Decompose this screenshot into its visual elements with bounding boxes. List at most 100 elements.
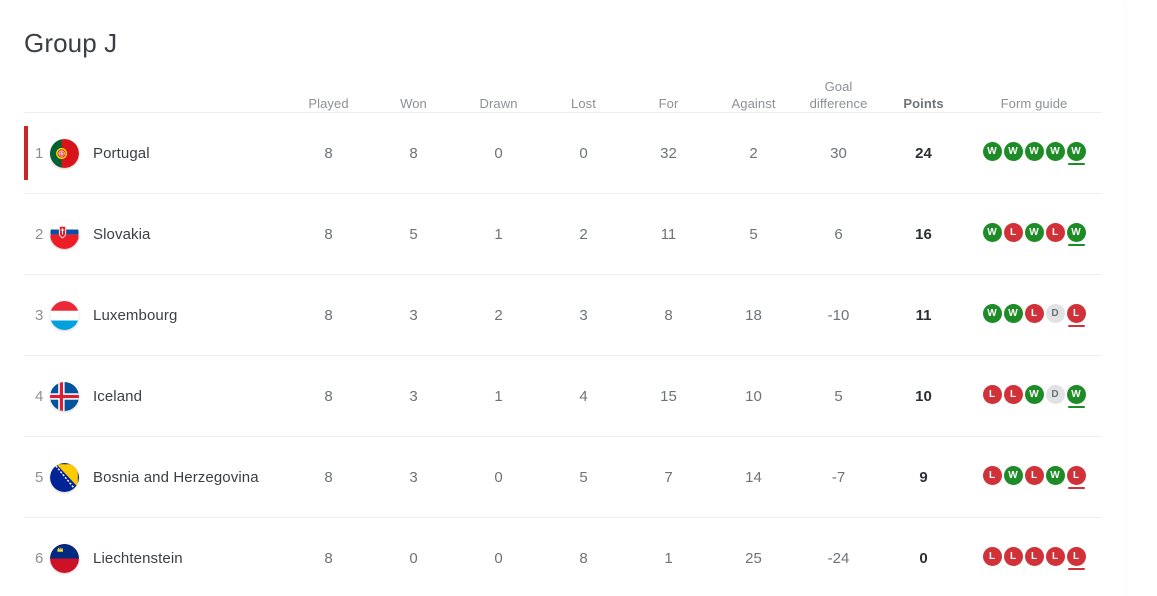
form-result-w: W [1003,303,1023,323]
form-result-badge[interactable]: L [1066,465,1086,489]
goal-difference-value: 30 [796,112,881,194]
form-result-badge[interactable]: W [1066,384,1086,408]
form-result-l: L [1066,303,1086,323]
table-row[interactable]: 6 Liechtenstein 8 0 0 8 1 25 -24 0 L L L L L [24,517,1102,596]
form-result-w: W [1003,141,1023,161]
points-value: 10 [881,355,966,437]
form-result-badge[interactable]: L [1045,222,1065,246]
form-result-badge[interactable]: W [1003,303,1023,327]
form-result-l: L [1045,222,1065,242]
table-row[interactable]: 4 Iceland 8 3 1 4 15 10 5 10 L L W D W [24,355,1102,437]
lost-value: 0 [541,112,626,194]
goal-difference-line-1: Goal [824,79,853,94]
form-result-badge[interactable]: L [1003,222,1023,246]
form-result-d: D [1045,303,1065,323]
form-result-badge[interactable]: L [1066,546,1086,570]
form-result-d: D [1045,384,1065,404]
drawn-value: 0 [456,517,541,596]
form-result-badge[interactable]: L [1045,546,1065,570]
latest-match-underline [1005,325,1022,327]
form-result-badge[interactable]: D [1045,384,1065,408]
points-value: 24 [881,112,966,194]
form-result-badge[interactable]: W [1003,465,1023,489]
table-row[interactable]: 3 Luxembourg 8 3 2 3 8 18 -10 11 W W L D L [24,274,1102,356]
form-result-badge[interactable]: L [982,546,1002,570]
won-value: 0 [371,517,456,596]
team-cell[interactable]: 2 Slovakia [24,193,286,275]
portugal-flag-icon [50,138,79,168]
drawn-value: 0 [456,436,541,518]
form-result-badge[interactable]: L [1003,384,1023,408]
column-header-lost: Lost [571,96,596,111]
latest-match-underline [1067,324,1085,327]
form-result-badge[interactable]: W [1045,141,1065,165]
form-result-badge[interactable]: L [1003,546,1023,570]
latest-match-underline [1047,568,1064,570]
form-result-badge[interactable]: W [982,222,1002,246]
goals-for-value: 1 [626,517,711,596]
form-result-l: L [1003,222,1023,242]
team-name[interactable]: Luxembourg [79,307,177,324]
goals-for-value: 15 [626,355,711,437]
liechtenstein-flag-icon [50,543,79,573]
table-row[interactable]: 1 Portugal 8 8 0 0 32 2 30 24 W W W W W [24,112,1102,194]
form-result-badge[interactable]: W [1066,141,1086,165]
latest-match-underline [1005,244,1022,246]
latest-match-underline [1067,486,1085,489]
played-value: 8 [286,517,371,596]
form-result-badge[interactable]: L [1024,465,1044,489]
form-result-l: L [1024,546,1044,566]
form-result-l: L [982,384,1002,404]
form-result-badge[interactable]: L [982,384,1002,408]
goal-difference-value: -10 [796,274,881,356]
drawn-value: 2 [456,274,541,356]
latest-match-underline [984,406,1001,408]
column-header-points: Points [903,96,944,111]
form-result-badge[interactable]: L [1066,303,1086,327]
form-result-w: W [1045,465,1065,485]
form-result-l: L [1003,384,1023,404]
played-value: 8 [286,112,371,194]
form-result-badge[interactable]: W [982,303,1002,327]
goal-difference-value: 5 [796,355,881,437]
team-name[interactable]: Portugal [79,145,150,162]
form-result-badge[interactable]: W [1024,141,1044,165]
goals-against-value: 2 [711,112,796,194]
form-result-badge[interactable]: W [1045,465,1065,489]
latest-match-underline [1005,568,1022,570]
form-result-badge[interactable]: W [982,141,1002,165]
form-result-badge[interactable]: W [1024,384,1044,408]
team-cell[interactable]: 1 Portugal [24,112,286,194]
form-result-l: L [1066,465,1086,485]
rank-number: 3 [35,306,44,324]
form-result-badge[interactable]: W [1024,222,1044,246]
latest-match-underline [1026,406,1043,408]
won-value: 5 [371,193,456,275]
team-cell[interactable]: 3 Luxembourg [24,274,286,356]
team-cell[interactable]: 4 Iceland [24,355,286,437]
team-name[interactable]: Iceland [79,388,142,405]
goals-against-value: 10 [711,355,796,437]
latest-match-underline [1026,244,1043,246]
form-result-badge[interactable]: W [1003,141,1023,165]
latest-match-underline [984,325,1001,327]
form-result-badge[interactable]: L [1024,546,1044,570]
won-value: 8 [371,112,456,194]
team-cell[interactable]: 6 Liechtenstein [24,517,286,596]
form-result-badge[interactable]: W [1066,222,1086,246]
form-result-badge[interactable]: D [1045,303,1065,327]
table-row[interactable]: 2 Slovakia 8 5 1 2 11 5 6 16 W L W L W [24,193,1102,275]
team-name[interactable]: Bosnia and Herzegovina [79,469,259,486]
lost-value: 8 [541,517,626,596]
table-row[interactable]: 5 Bosnia and Herzegovina 8 3 0 5 7 14 -7 9 L W L W L [24,436,1102,518]
lost-value: 2 [541,193,626,275]
form-result-badge[interactable]: L [1024,303,1044,327]
form-result-l: L [1045,546,1065,566]
team-name[interactable]: Liechtenstein [79,550,183,567]
latest-match-underline [1005,406,1022,408]
form-result-badge[interactable]: L [982,465,1002,489]
won-value: 3 [371,274,456,356]
points-value: 9 [881,436,966,518]
team-name[interactable]: Slovakia [79,226,151,243]
team-cell[interactable]: 5 Bosnia and Herzegovina [24,436,286,518]
